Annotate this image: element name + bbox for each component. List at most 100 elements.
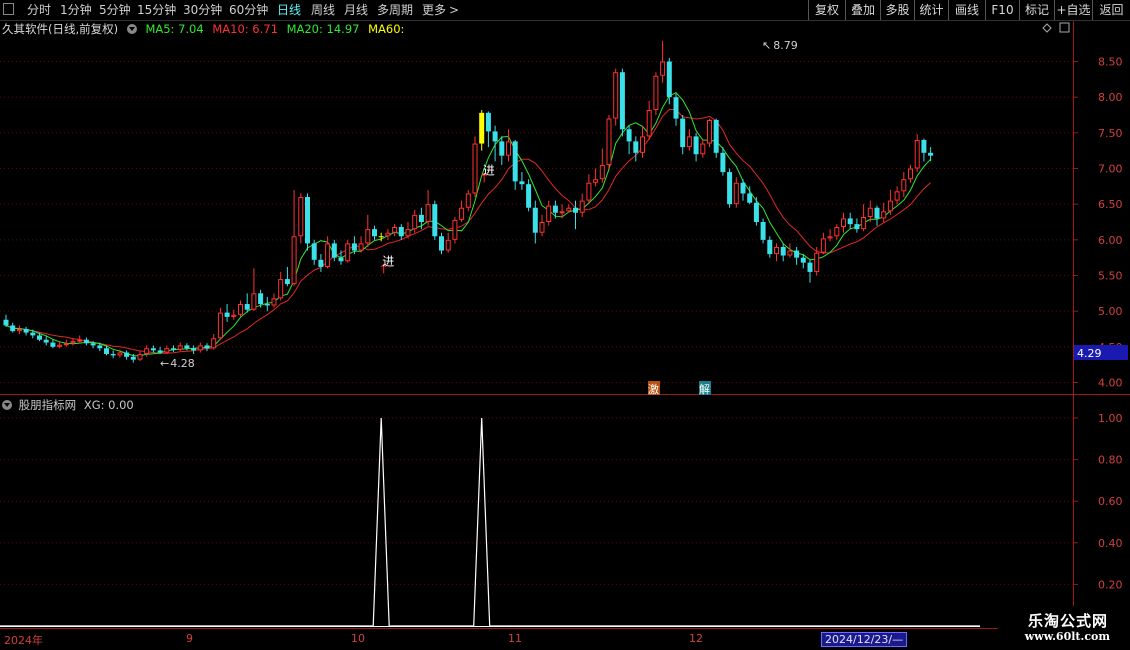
restore-icon xyxy=(1059,22,1070,33)
candle-body xyxy=(573,207,578,213)
candle-body xyxy=(753,202,759,222)
candle-body xyxy=(901,179,907,192)
overlay-button[interactable]: 叠加 xyxy=(845,0,880,20)
price-tick-label: 5.50 xyxy=(1098,270,1123,283)
statistics-button[interactable]: 统计 xyxy=(914,0,948,20)
draw-line-button[interactable]: 画线 xyxy=(948,0,985,20)
candle-body xyxy=(767,239,773,255)
candle-body xyxy=(646,110,652,137)
candle-body xyxy=(110,353,116,356)
candle-body xyxy=(707,119,712,144)
xg-path xyxy=(0,417,980,627)
candle-body xyxy=(331,243,337,258)
tab-daily[interactable]: 日线 xyxy=(277,1,301,19)
tab-multi-period[interactable]: 多周期 xyxy=(377,1,413,19)
back-button[interactable]: 返回 xyxy=(1092,0,1130,20)
candle-body xyxy=(599,164,605,180)
candle-body xyxy=(164,348,170,353)
high-label: ↖ 8.79 xyxy=(762,39,798,52)
candle-body xyxy=(841,218,846,227)
candle-body xyxy=(264,304,270,306)
candle-body xyxy=(653,75,659,111)
watermark-title: 乐淘公式网 xyxy=(1027,612,1108,630)
candle-body xyxy=(244,304,250,310)
candle-body xyxy=(124,352,130,357)
candle-body xyxy=(144,348,150,354)
candle-body xyxy=(506,141,511,156)
candle-body xyxy=(358,243,364,251)
mark-button[interactable]: 标记 xyxy=(1019,0,1054,20)
candle-body xyxy=(861,217,867,230)
candle-body xyxy=(485,112,491,132)
candle-body xyxy=(559,211,565,214)
event-marker-jie xyxy=(699,381,711,395)
buy-arrow-icon: ↑ xyxy=(479,172,490,187)
candle-body xyxy=(392,226,398,233)
candle-body xyxy=(492,131,498,142)
candle-body xyxy=(378,236,384,238)
tab-monthly[interactable]: 月线 xyxy=(344,1,368,19)
watermark-url: www.60lt.com xyxy=(1024,630,1110,643)
candle-body xyxy=(418,214,424,222)
candle-body xyxy=(519,181,525,185)
candle-body xyxy=(77,339,83,342)
candle-body xyxy=(412,214,418,230)
price-tick-label: 8.50 xyxy=(1098,56,1123,69)
candle-body xyxy=(117,352,123,356)
indicator-value: XG: 0.00 xyxy=(83,398,134,412)
ma5-value: MA5: 7.04 xyxy=(145,22,204,36)
candle-body xyxy=(311,243,317,260)
tab-30min[interactable]: 30分钟 xyxy=(183,1,222,19)
indicator-dropdown-icon[interactable] xyxy=(2,400,12,410)
candle-body xyxy=(197,345,203,351)
candle-body xyxy=(70,341,76,344)
tab-60min[interactable]: 60分钟 xyxy=(229,1,268,19)
candle-body xyxy=(854,224,860,230)
candle-body xyxy=(887,200,893,212)
candle-body xyxy=(526,184,532,208)
multi-stock-button[interactable]: 多股 xyxy=(880,0,914,20)
candle-body xyxy=(539,222,545,233)
candle-body xyxy=(338,257,344,262)
candle-body xyxy=(680,118,686,148)
xaxis-label-sep: 9 xyxy=(186,632,193,645)
indicator-tick-label: 0.40 xyxy=(1098,537,1123,550)
tab-more[interactable]: 更多 xyxy=(422,1,446,19)
candle-body xyxy=(747,193,753,203)
candle-body xyxy=(305,197,310,244)
event-marker-ji-text: 激 xyxy=(648,382,659,396)
candle-body xyxy=(365,229,371,244)
candle-body xyxy=(465,193,471,208)
candle-body xyxy=(10,325,16,332)
current-price-box xyxy=(1074,345,1128,360)
candle-body xyxy=(512,141,518,182)
chevron-right-icon[interactable]: > xyxy=(449,1,459,19)
candle-body xyxy=(673,97,679,119)
candle-body xyxy=(432,204,438,237)
candle-body xyxy=(278,279,284,299)
candle-body xyxy=(586,182,592,201)
candle-body xyxy=(97,345,103,349)
tab-5min[interactable]: 5分钟 xyxy=(99,1,131,19)
candle-body xyxy=(284,279,290,285)
candle-body xyxy=(325,243,331,267)
price-tick-label: 4.00 xyxy=(1098,377,1123,390)
candle-body xyxy=(452,219,458,240)
tab-fenshi[interactable]: 分时 xyxy=(27,1,51,19)
kline-chart[interactable]: ↑进↑进 8.508.007.507.006.506.005.505.004.5… xyxy=(0,0,1130,650)
dropdown-icon[interactable] xyxy=(126,24,137,34)
candle-body xyxy=(217,312,223,339)
indicator-tick-label: 1.00 xyxy=(1098,412,1123,425)
tab-15min[interactable]: 15分钟 xyxy=(137,1,176,19)
menu-icon[interactable] xyxy=(3,3,14,15)
ma60-value: MA60: xyxy=(368,22,405,36)
xaxis-label-2024: 2024年 xyxy=(4,634,43,647)
fuquan-button[interactable]: 复权 xyxy=(808,0,845,20)
candle-body xyxy=(566,207,572,212)
add-watchlist-button[interactable]: +自选 xyxy=(1054,0,1092,20)
f10-button[interactable]: F10 xyxy=(985,0,1019,20)
tab-1min[interactable]: 1分钟 xyxy=(60,1,92,19)
ma-path xyxy=(5,91,931,357)
candle-body xyxy=(258,293,264,305)
tab-weekly[interactable]: 周线 xyxy=(311,1,335,19)
